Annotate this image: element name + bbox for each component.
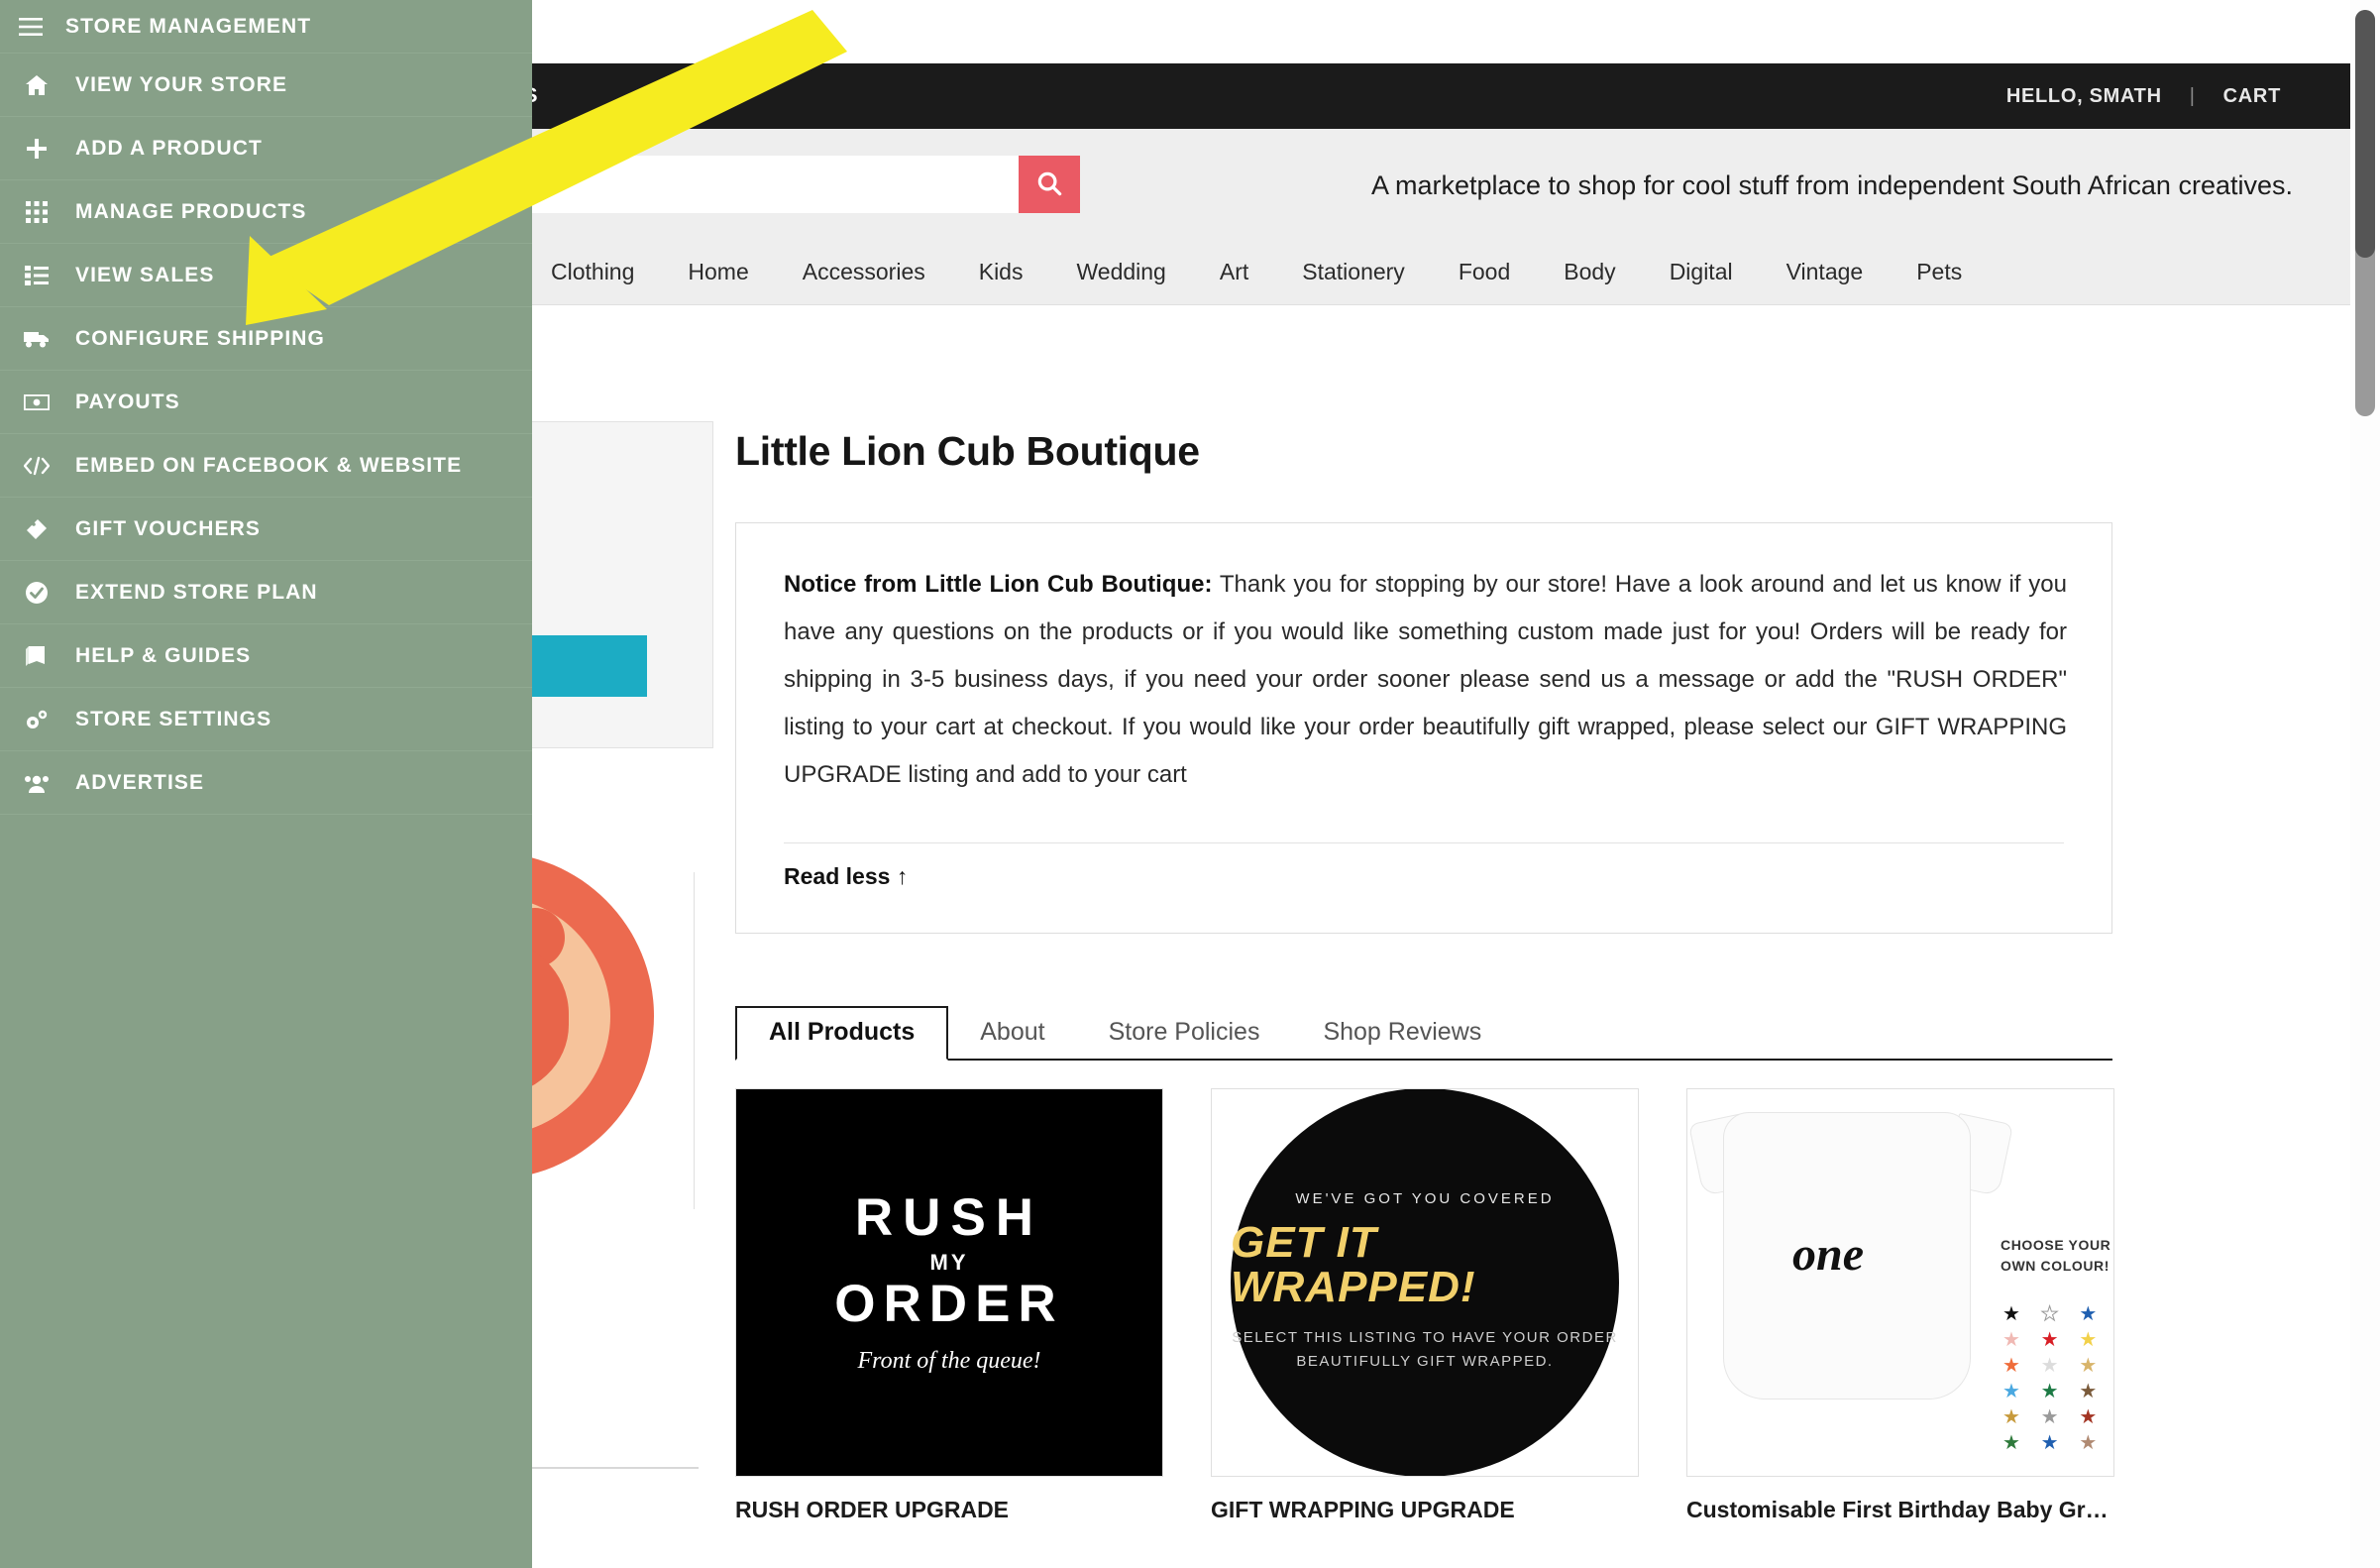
product-thumbnail[interactable]: WE'VE GOT YOU COVERED GET IT WRAPPED! SE… bbox=[1211, 1088, 1639, 1477]
gift-wrapping-art: WE'VE GOT YOU COVERED GET IT WRAPPED! SE… bbox=[1231, 1089, 1619, 1476]
sidebar-item-label: STORE SETTINGS bbox=[75, 707, 272, 730]
sidebar-item-gift-vouchers[interactable]: GIFT VOUCHERS bbox=[0, 497, 532, 560]
sidebar-item-advertise[interactable]: ADVERTISE bbox=[0, 750, 532, 814]
rush-line-4: Front of the queue! bbox=[857, 1347, 1041, 1374]
wrap-line-2: GET IT WRAPPED! bbox=[1231, 1217, 1476, 1311]
category-link[interactable]: Stationery bbox=[1302, 259, 1405, 285]
product-grid: RUSH MY ORDER Front of the queue! RUSH O… bbox=[735, 1088, 2122, 1523]
cart-link[interactable]: CART bbox=[2223, 85, 2281, 108]
sidebar-item-configure-shipping[interactable]: CONFIGURE SHIPPING bbox=[0, 306, 532, 370]
money-icon bbox=[20, 393, 54, 410]
notice-body: Thank you for stopping by our store! Hav… bbox=[784, 571, 2067, 788]
truck-icon bbox=[20, 330, 54, 348]
store-management-sidebar: STORE MANAGEMENT VIEW YOUR STORE ADD A P… bbox=[0, 0, 532, 1568]
wrap-line-3: SELECT THIS LISTING TO HAVE YOUR ORDER B… bbox=[1232, 1328, 1618, 1371]
product-thumbnail[interactable]: one CHOOSE YOUR OWN COLOUR! ★ ★ ★ ★ ★ ★ ★ ★ ★ … bbox=[1686, 1088, 2114, 1477]
category-link[interactable]: Home bbox=[688, 259, 748, 285]
sidebar-item-store-settings[interactable]: STORE SETTINGS bbox=[0, 687, 532, 750]
sidebar-item-label: VIEW SALES bbox=[75, 263, 215, 286]
store-notice-box: Notice from Little Lion Cub Boutique: Th… bbox=[735, 522, 2112, 934]
column-divider bbox=[694, 872, 695, 1209]
category-link[interactable]: Pets bbox=[1916, 259, 1962, 285]
check-circle-icon bbox=[20, 581, 54, 605]
category-link[interactable]: Wedding bbox=[1076, 259, 1165, 285]
product-card[interactable]: WE'VE GOT YOU COVERED GET IT WRAPPED! SE… bbox=[1211, 1088, 1639, 1523]
sidebar-item-label: HELP & GUIDES bbox=[75, 643, 252, 667]
category-link[interactable]: Body bbox=[1564, 259, 1615, 285]
sidebar-item-add-a-product[interactable]: ADD A PRODUCT bbox=[0, 116, 532, 179]
notice-divider bbox=[784, 842, 2064, 843]
wrap-line-1: WE'VE GOT YOU COVERED bbox=[1295, 1189, 1555, 1207]
sidebar-item-view-sales[interactable]: VIEW SALES bbox=[0, 243, 532, 306]
colour-swatches: ★ ★ ★ ★ ★ ★ ★ ★ ★ ★ ★ ★ ★ ★ ★ ★ ★ ★ bbox=[2002, 1303, 2098, 1454]
sidebar-item-label: CONFIGURE SHIPPING bbox=[75, 326, 325, 350]
tab-shop-reviews[interactable]: Shop Reviews bbox=[1291, 1008, 1513, 1059]
page-scrollbar-thumb-active[interactable] bbox=[2355, 10, 2375, 258]
category-link[interactable]: Art bbox=[1220, 259, 1248, 285]
sidebar-item-help-guides[interactable]: HELP & GUIDES bbox=[0, 623, 532, 687]
tab-store-policies[interactable]: Store Policies bbox=[1077, 1008, 1292, 1059]
list-icon bbox=[20, 265, 54, 285]
sidebar-header[interactable]: STORE MANAGEMENT bbox=[0, 0, 532, 53]
code-icon bbox=[20, 456, 54, 476]
baby-grow-art: one CHOOSE YOUR OWN COLOUR! ★ ★ ★ ★ ★ ★ ★ ★ ★ … bbox=[1687, 1089, 2113, 1476]
store-notice-text: Notice from Little Lion Cub Boutique: Th… bbox=[784, 561, 2067, 799]
rush-order-art: RUSH MY ORDER Front of the queue! bbox=[736, 1089, 1162, 1476]
page-title: Little Lion Cub Boutique bbox=[735, 428, 1200, 474]
product-card[interactable]: one CHOOSE YOUR OWN COLOUR! ★ ★ ★ ★ ★ ★ ★ ★ ★ … bbox=[1686, 1088, 2114, 1523]
search-icon bbox=[1034, 168, 1064, 201]
sidebar-item-label: EMBED ON FACEBOOK & WEBSITE bbox=[75, 453, 463, 477]
store-tabs: All Products About Store Policies Shop R… bbox=[735, 1006, 2112, 1061]
category-link[interactable]: Clothing bbox=[551, 259, 634, 285]
sidebar-item-label: PAYOUTS bbox=[75, 390, 180, 413]
sidebar-item-label: ADVERTISE bbox=[75, 770, 205, 794]
tab-about[interactable]: About bbox=[948, 1008, 1076, 1059]
sidebar-item-extend-store-plan[interactable]: EXTEND STORE PLAN bbox=[0, 560, 532, 623]
product-name[interactable]: RUSH ORDER UPGRADE bbox=[735, 1497, 1163, 1523]
colour-callout: CHOOSE YOUR OWN COLOUR! bbox=[2001, 1237, 2111, 1274]
topbar-separator: | bbox=[2189, 84, 2196, 107]
grid-icon bbox=[20, 200, 54, 223]
rush-line-3: ORDER bbox=[834, 1274, 1064, 1333]
sidebar-empty-space bbox=[0, 814, 532, 1568]
tab-all-products[interactable]: All Products bbox=[735, 1006, 949, 1061]
gears-icon bbox=[20, 708, 54, 731]
product-thumbnail[interactable]: RUSH MY ORDER Front of the queue! bbox=[735, 1088, 1163, 1477]
baby-grow-print: one bbox=[1792, 1228, 1864, 1281]
sidebar-item-embed-on-facebook-website[interactable]: EMBED ON FACEBOOK & WEBSITE bbox=[0, 433, 532, 497]
book-icon bbox=[20, 645, 54, 667]
read-less-toggle[interactable]: Read less ↑ bbox=[784, 863, 908, 890]
search-button[interactable] bbox=[1019, 156, 1080, 213]
category-link[interactable]: Food bbox=[1459, 259, 1510, 285]
sidebar-item-label: EXTEND STORE PLAN bbox=[75, 580, 318, 604]
product-name[interactable]: Customisable First Birthday Baby Grow/ 1… bbox=[1686, 1497, 2114, 1523]
account-greeting[interactable]: HELLO, SMATH bbox=[2006, 85, 2162, 108]
users-icon bbox=[20, 773, 54, 793]
rush-line-2: MY bbox=[929, 1249, 969, 1275]
product-name[interactable]: GIFT WRAPPING UPGRADE bbox=[1211, 1497, 1639, 1523]
sidebar-item-payouts[interactable]: PAYOUTS bbox=[0, 370, 532, 433]
sidebar-item-label: VIEW YOUR STORE bbox=[75, 72, 288, 96]
sidebar-item-label: GIFT VOUCHERS bbox=[75, 516, 261, 540]
category-link[interactable]: Kids bbox=[979, 259, 1024, 285]
hamburger-icon bbox=[14, 17, 48, 36]
sidebar-item-manage-products[interactable]: MANAGE PRODUCTS bbox=[0, 179, 532, 243]
product-card[interactable]: RUSH MY ORDER Front of the queue! RUSH O… bbox=[735, 1088, 1163, 1523]
notice-label: Notice from Little Lion Cub Boutique: bbox=[784, 571, 1213, 598]
sidebar-header-label: STORE MANAGEMENT bbox=[65, 14, 312, 38]
plus-icon bbox=[20, 137, 54, 161]
tag-icon bbox=[20, 517, 54, 541]
sidebar-item-view-your-store[interactable]: VIEW YOUR STORE bbox=[0, 53, 532, 116]
category-link[interactable]: Accessories bbox=[803, 259, 925, 285]
category-link[interactable]: Vintage bbox=[1786, 259, 1864, 285]
marketplace-tagline: A marketplace to shop for cool stuff fro… bbox=[1370, 170, 2293, 200]
rush-line-1: RUSH bbox=[854, 1187, 1044, 1247]
sidebar-item-label: MANAGE PRODUCTS bbox=[75, 199, 307, 223]
category-link[interactable]: Digital bbox=[1670, 259, 1733, 285]
home-icon bbox=[20, 74, 54, 96]
sidebar-item-label: ADD A PRODUCT bbox=[75, 136, 263, 160]
